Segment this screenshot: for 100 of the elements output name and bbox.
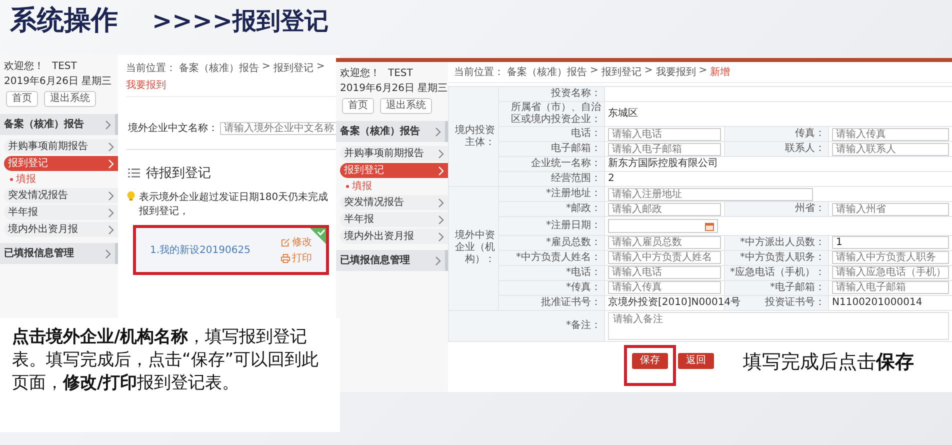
chevron-icon <box>105 120 111 130</box>
sidebar-button[interactable]: 退出系统 <box>44 91 96 107</box>
field-label: *应急电话（手机）： <box>730 266 825 278</box>
menu-item[interactable]: 半年报 <box>340 212 448 227</box>
field-label: 投资证书号： <box>765 296 825 308</box>
breadcrumb-separator: > <box>644 65 653 78</box>
submenu-item[interactable]: 填报 <box>4 173 118 186</box>
menu-item[interactable]: 境内外出资月报 <box>4 222 118 237</box>
breadcrumb-link[interactable]: 报到登记 <box>601 65 642 79</box>
field-label: 境外企业中文名称： <box>128 122 218 135</box>
chevron-icon <box>435 126 441 136</box>
menu-item[interactable]: 报到登记 <box>340 163 448 178</box>
field-label: *传真： <box>566 282 601 292</box>
field-value: 新东方国际控股有限公司 <box>608 158 718 169</box>
group-label: 境内投资主体： <box>455 124 495 148</box>
slide-subtitle: >>>>报到登记 <box>152 6 328 37</box>
welcome-text: 欢迎您！ <box>4 60 44 73</box>
breadcrumb-separator: > <box>262 61 270 74</box>
input-field[interactable]: 请输入电子邮箱 <box>832 281 950 294</box>
menu-item[interactable]: 境内外出资月报 <box>340 229 448 244</box>
breadcrumb-separator: > <box>316 61 325 74</box>
field-value: 2 <box>608 173 614 184</box>
input-field[interactable]: 请输入电话 <box>608 128 721 140</box>
print-link[interactable]: 打印 <box>281 251 312 265</box>
field-label: *雇员总数： <box>546 236 601 248</box>
welcome-text: 欢迎您！ <box>340 67 380 80</box>
input-field[interactable]: 请输入联系人 <box>832 142 950 156</box>
company-link[interactable]: 1.我的新设20190625 <box>150 243 250 257</box>
menu-item[interactable]: 突发情况报告 <box>4 188 118 203</box>
sidebar-button[interactable]: 首页 <box>6 91 38 107</box>
input-field[interactable]: 请输入电子邮箱 <box>608 142 721 156</box>
field-label: *注册地址： <box>546 188 601 199</box>
chevron-icon <box>435 256 441 266</box>
menu-item[interactable]: 并购事项前期报告 <box>4 139 118 154</box>
breadcrumb-link[interactable]: 备案（核准）报告 <box>507 65 587 79</box>
breadcrumb-link[interactable]: 我要报到 <box>656 65 696 79</box>
field-label: *邮政： <box>566 203 601 214</box>
field-label: 所属省（市）、自治区或境内投资企业： <box>511 102 601 125</box>
sidebar-button[interactable]: 退出系统 <box>380 98 432 114</box>
input-field[interactable]: 请输入电话 <box>608 266 721 279</box>
caption-text: 点击境外企业/机构名称，填写报到登记表。填写完成后，点击“保存”可以回到此页面，修改/打印报到登记表。 <box>0 318 340 432</box>
menu-item[interactable]: 半年报 <box>4 205 118 220</box>
back-button[interactable]: 返回 <box>678 352 714 368</box>
menu-section-header[interactable]: 备案（核准）报告 <box>336 121 448 142</box>
user-name: TEST <box>388 67 413 80</box>
breadcrumb-link[interactable]: 我要报到 <box>126 78 166 92</box>
edit-icon <box>281 238 290 246</box>
calendar-icon <box>705 222 714 230</box>
input-field[interactable]: 请输入邮政 <box>608 202 721 216</box>
remark-textarea[interactable]: 请输入备注 <box>608 312 950 340</box>
menu-section-header[interactable]: 已填报信息管理 <box>336 250 448 271</box>
field-label: 电话： <box>571 128 601 139</box>
field-label: *电子邮箱： <box>770 282 825 292</box>
menu-item[interactable]: 报到登记 <box>4 156 118 171</box>
field-label: *中方派出人员数： <box>740 236 825 248</box>
field-label: 投资名称： <box>551 88 601 99</box>
menu-section-header[interactable]: 备案（核准）报告 <box>0 114 118 135</box>
date-text: 2019年6月26日 星期三 <box>4 75 113 88</box>
input-field[interactable]: 请输入传真 <box>608 281 721 294</box>
field-label: 经营范围： <box>551 173 601 184</box>
menu-item[interactable]: 突发情况报告 <box>340 195 448 210</box>
group-label: 境外中资企业（机构）： <box>455 230 495 266</box>
breadcrumb-link[interactable]: 备案（核准）报告 <box>179 61 259 75</box>
user-name: TEST <box>52 60 77 73</box>
date-text: 2019年6月26日 星期三 <box>340 82 448 95</box>
field-label: 州省： <box>795 203 825 214</box>
menu-section-header[interactable]: 已填报信息管理 <box>0 243 118 264</box>
breadcrumb-link[interactable]: 新增 <box>710 65 730 79</box>
field-label: *中方负责人姓名： <box>516 252 601 262</box>
field-value: N1100201000014 <box>832 296 922 308</box>
breadcrumb-label: 当前位置： <box>454 66 504 79</box>
submenu-item[interactable]: 填报 <box>340 180 448 193</box>
sidebar-button[interactable]: 首页 <box>342 98 374 114</box>
print-icon <box>281 254 290 262</box>
breadcrumb-separator: > <box>698 65 708 78</box>
field-label: *电话： <box>566 266 601 278</box>
chevron-icon <box>105 248 111 258</box>
field-label: *备注： <box>566 320 601 330</box>
lightbulb-icon <box>126 190 136 202</box>
field-label: 企业统一名称： <box>531 158 601 169</box>
input-field[interactable]: 请输入州省 <box>832 202 950 216</box>
breadcrumb-label: 当前位置： <box>126 62 176 75</box>
field-label: 电子邮箱： <box>551 143 601 154</box>
report-card[interactable]: 1.我的新设20190625 修改 打印 <box>136 228 326 272</box>
breadcrumb-separator: > <box>590 65 598 78</box>
field-label: *注册日期： <box>546 220 601 231</box>
date-field[interactable] <box>608 219 718 233</box>
input-field[interactable]: 请输入传真 <box>832 128 950 140</box>
list-icon <box>128 168 140 178</box>
field-value: 京境外投资[2010]N00014号 <box>608 296 741 308</box>
breadcrumb-link[interactable]: 报到登记 <box>273 61 314 75</box>
slide-title: 系统操作 <box>10 4 118 38</box>
field-label: 联系人： <box>785 143 825 154</box>
field-label: 传真： <box>795 128 825 139</box>
save-button[interactable]: 保存 <box>632 352 668 368</box>
menu-item[interactable]: 并购事项前期报告 <box>340 146 448 161</box>
edit-link[interactable]: 修改 <box>281 235 312 249</box>
section-title: 待报到登记 <box>146 165 211 182</box>
notice-text: 表示境外企业超过发证日期180天仍未完成报到登记， <box>138 190 330 218</box>
input-field[interactable]: 1 <box>832 236 950 249</box>
